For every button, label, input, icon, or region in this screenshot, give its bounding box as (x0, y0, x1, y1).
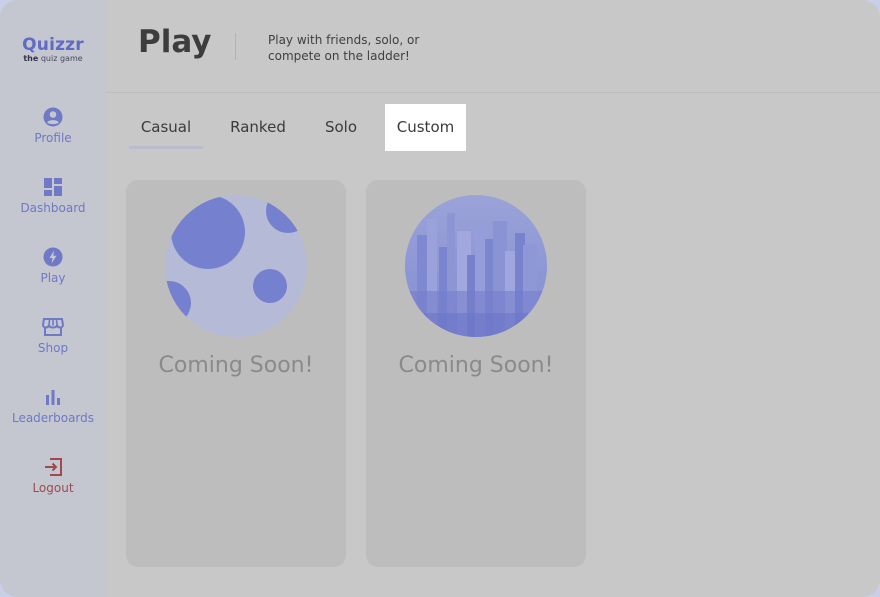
sidebar-item-label: Profile (34, 131, 72, 145)
sidebar-item-label: Leaderboards (11, 411, 95, 425)
leaderboard-icon (42, 386, 64, 408)
page-header: Play Play with friends, solo, or compete… (106, 0, 880, 93)
brand-subtitle-rest: quiz game (40, 54, 83, 63)
game-mode-card[interactable]: Coming Soon! (366, 180, 586, 567)
dashboard-icon (42, 176, 64, 198)
sidebar-item-label: Play (40, 271, 66, 285)
logout-icon (42, 456, 64, 478)
game-mode-card[interactable]: Coming Soon! (126, 180, 346, 567)
sidebar-item-dashboard[interactable]: Dashboard (0, 176, 106, 226)
coming-soon-label: Coming Soon! (398, 353, 554, 378)
brand-logo[interactable]: Quizzr the quiz game (0, 36, 106, 64)
tab-ranked[interactable]: Ranked (226, 104, 290, 151)
sidebar-item-play[interactable]: Play (0, 246, 106, 296)
city-art (405, 195, 547, 337)
header-divider (235, 33, 236, 60)
sidebar-item-label: Dashboard (20, 201, 86, 215)
play-bolt-icon (42, 246, 64, 268)
sidebar-item-leaderboards[interactable]: Leaderboards (0, 386, 106, 436)
coming-soon-label: Coming Soon! (158, 353, 314, 378)
sidebar-item-label: Shop (37, 341, 69, 355)
sidebar-item-profile[interactable]: Profile (0, 106, 106, 156)
page-description: Play with friends, solo, or compete on t… (268, 33, 420, 63)
tab-solo[interactable]: Solo (319, 104, 363, 151)
brand-subtitle-bold: the (23, 54, 39, 63)
sidebar-item-logout[interactable]: Logout (0, 456, 106, 506)
page-title: Play (138, 24, 212, 60)
sidebar-item-shop[interactable]: Shop (0, 316, 106, 366)
moon-art (165, 195, 307, 337)
app-window: Quizzr the quiz game Profile Dashboard P… (0, 0, 880, 597)
tab-casual[interactable]: Casual (129, 104, 203, 151)
sidebar: Quizzr the quiz game Profile Dashboard P… (0, 0, 106, 597)
shop-icon (42, 316, 64, 338)
tab-custom[interactable]: Custom (385, 104, 466, 151)
brand-subtitle: the quiz game (0, 54, 106, 64)
brand-title: Quizzr (22, 35, 84, 55)
profile-icon (42, 106, 64, 128)
sidebar-item-label: Logout (32, 481, 74, 495)
